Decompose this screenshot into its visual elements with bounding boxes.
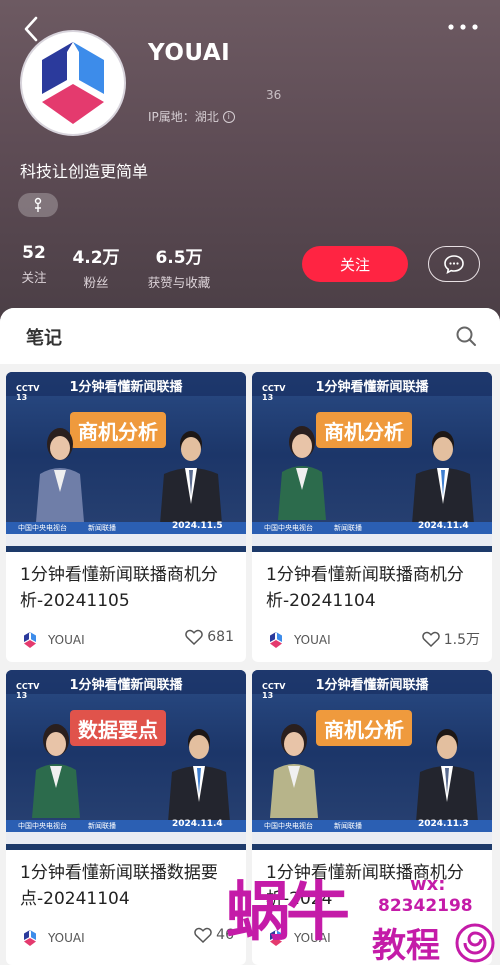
news-anchor-male [416,729,478,822]
stat-num: 4.2万 [72,248,120,268]
broadcast-date: 2024.11.4 [172,819,223,829]
watermark-teach-text: 教程 [372,926,440,965]
avatar[interactable] [20,30,126,136]
account-id: 36 [266,88,282,102]
tab-notes[interactable]: 笔记 [26,324,62,350]
snail-logo-icon [455,923,495,963]
author-avatar-icon [24,930,36,946]
broadcast-date: 2024.11.3 [418,819,469,829]
program-name: 新闻联播 [334,524,362,532]
broadcast-date: 2024.11.5 [172,521,223,531]
note-title: 1分钟看懂新闻联播商机分析-20241105 [20,565,218,611]
note-thumbnail: 1分钟看懂新闻联播 CCTV 13 商机分析 中国中央电视台 新闻联播 2024… [252,372,492,552]
thumbnail-header: 1分钟看懂新闻联播 [315,380,429,395]
search-icon[interactable] [454,324,478,348]
like-count[interactable]: 681 [185,629,234,645]
note-thumbnail: 1分钟看懂新闻联播 CCTV 13 商机分析 中国中央电视台 新闻联播 2024… [6,372,246,552]
note-card[interactable]: 1分钟看懂新闻联播 CCTV 13 商机分析 中国中央电视台 新闻联播 2024… [6,372,246,662]
person-icon [34,197,42,212]
note-author[interactable]: YOUAI [20,630,85,650]
info-icon[interactable]: i [222,110,235,123]
author-avatar-icon [24,632,36,648]
stat-num: 6.5万 [155,248,203,268]
author-avatar-icon [270,632,282,648]
stat-label: 关注 [21,270,47,285]
author-name: YOUAI [294,633,331,647]
channel-name: 中国中央电视台 [18,822,67,830]
chat-bubble-icon [444,255,464,275]
news-anchor-male [412,431,474,524]
author-name: YOUAI [48,633,85,647]
stat-label: 粉丝 [83,275,109,290]
note-card[interactable]: 1分钟看懂新闻联播 CCTV 13 数据要点 中国中央电视台 新闻联播 2024… [6,670,246,965]
youai-logo-icon [42,42,104,124]
news-anchor-male [168,729,230,822]
note-thumbnail: 1分钟看懂新闻联播 CCTV 13 数据要点 中国中央电视台 新闻联播 2024… [6,670,246,850]
heart-icon [185,629,204,645]
note-title: 1分钟看懂新闻联播商机分析-20241104 [266,565,464,611]
cctv-logo: CCTV 13 [16,384,40,402]
news-anchor-female [278,426,326,520]
watermark-big-text: 蜗牛 [226,876,350,950]
note-card[interactable]: 1分钟看懂新闻联播 CCTV 13 商机分析 中国中央电视台 新闻联播 2024… [252,372,492,662]
thumbnail-badge: 商机分析 [316,710,412,746]
nickname: YOUAI [148,40,231,66]
more-options-icon[interactable] [446,20,480,34]
thumbnail-header: 1分钟看懂新闻联播 [69,380,183,395]
note-thumbnail: 1分钟看懂新闻联播 CCTV 13 商机分析 中国中央电视台 新闻联播 2024… [252,670,492,850]
ip-location: IP属地：湖北 i [148,108,235,125]
channel-name: 中国中央电视台 [18,524,67,532]
heart-icon [194,927,212,943]
profile-header: YOUAI 36 IP属地：湖北 i 科技让创造更简单 52 关注 4.2万 粉… [0,0,500,330]
watermark-wx-label: wx: [410,874,446,895]
news-anchor-female [36,428,84,522]
channel-name: 中国中央电视台 [264,822,313,830]
stat-following[interactable]: 52 关注 [20,243,48,286]
bio: 科技让创造更简单 [20,162,149,181]
watermark: 蜗牛 wx: 82342198 教程 [226,868,500,965]
heart-icon [421,631,440,647]
ip-location-text: IP属地：湖北 [148,110,219,124]
cctv-logo: CCTV 13 [262,682,286,700]
stat-label: 获赞与收藏 [147,275,211,290]
news-anchor-female [270,724,318,818]
like-count[interactable]: 1.5万 [421,629,480,649]
cctv-logo: CCTV 13 [262,384,286,402]
stat-followers[interactable]: 4.2万 粉丝 [72,243,120,291]
channel-name: 中国中央电视台 [264,524,313,532]
cctv-logo: CCTV 13 [16,682,40,700]
broadcast-date: 2024.11.4 [418,521,469,531]
program-name: 新闻联播 [88,524,116,532]
author-name: YOUAI [48,931,85,945]
notes-tab-bar: 笔记 [0,308,500,364]
like-count-text: 681 [207,629,234,645]
like-count-text: 1.5万 [443,632,480,648]
watermark-wx-number: 82342198 [378,896,473,916]
thumbnail-header: 1分钟看懂新闻联播 [315,678,429,693]
note-author[interactable]: YOUAI [266,630,331,650]
stat-likes-collects[interactable]: 6.5万 获赞与收藏 [142,243,216,291]
follow-button[interactable]: 关注 [302,246,408,282]
thumbnail-header: 1分钟看懂新闻联播 [69,678,183,693]
note-title: 1分钟看懂新闻联播数据要点-20241104 [20,863,218,909]
gender-tag [18,193,58,217]
news-anchor-male [160,431,222,524]
stat-num: 52 [22,243,46,263]
program-name: 新闻联播 [88,822,116,830]
note-author[interactable]: YOUAI [20,928,85,948]
news-anchor-female [32,724,80,818]
message-button[interactable] [428,246,480,282]
program-name: 新闻联播 [334,822,362,830]
